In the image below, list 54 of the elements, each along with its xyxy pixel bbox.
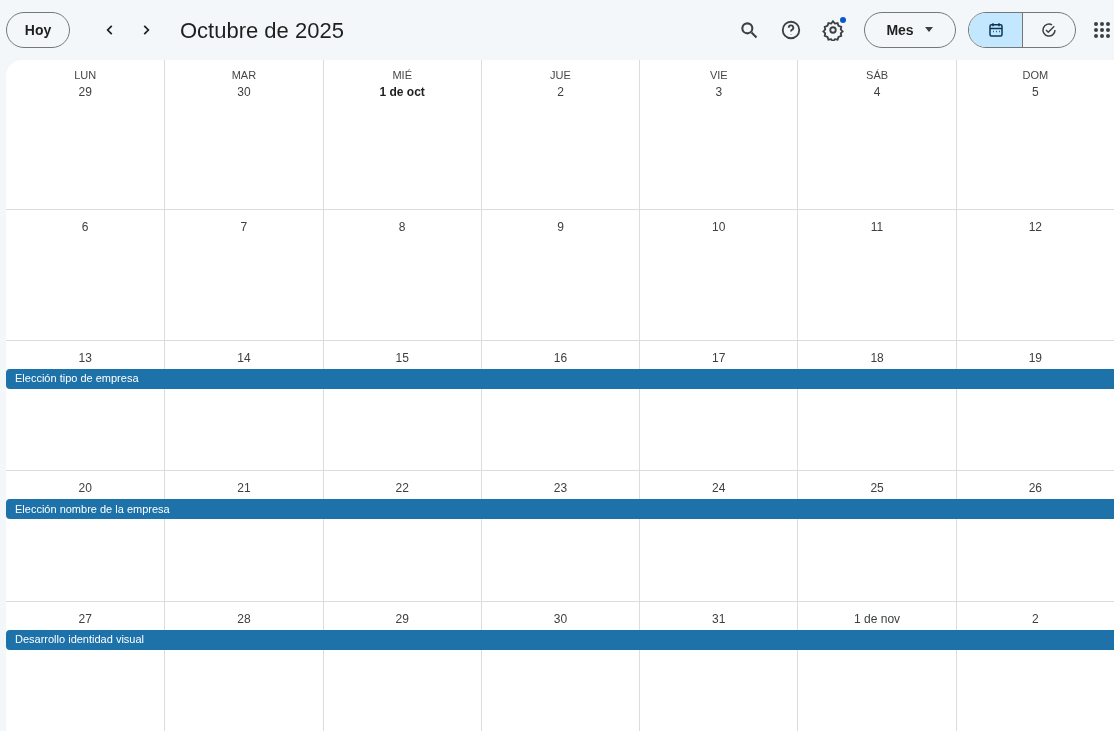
date-label: 24 — [712, 480, 726, 497]
date-label: 7 — [240, 219, 248, 236]
date-label: 11 — [870, 219, 884, 236]
date-label: 8 — [398, 219, 406, 236]
date-label: 2 — [1032, 610, 1039, 628]
date-label: 28 — [237, 610, 251, 628]
date-label: 16 — [553, 349, 568, 367]
date-label: 30 — [553, 610, 568, 628]
date-label: 23 — [553, 480, 568, 497]
date-label: 29 — [395, 610, 409, 628]
date-label: 15 — [395, 349, 409, 367]
settings-icon — [822, 19, 844, 41]
event-bar[interactable]: Elección tipo de empresa — [6, 368, 1114, 389]
date-label: 3 — [715, 84, 723, 101]
weekday-label: JUE — [550, 68, 571, 82]
search-icon — [739, 20, 759, 40]
date-label: 31 — [712, 610, 726, 628]
date-label: 26 — [1028, 480, 1043, 497]
date-label: 6 — [81, 219, 89, 236]
date-label: 14 — [237, 349, 251, 367]
weekday-label: MIÉ — [392, 68, 412, 82]
date-label: 12 — [1028, 219, 1043, 236]
date-label: 9 — [557, 219, 564, 236]
weekday-label: VIE — [709, 68, 728, 82]
event-bar[interactable]: Elección nombre de la empresa — [6, 499, 1114, 519]
date-label: 20 — [78, 480, 92, 497]
date-label: 18 — [870, 349, 884, 367]
weekday-label: MAR — [231, 68, 257, 82]
date-label: 19 — [1028, 349, 1043, 367]
apps-grid-icon — [1093, 21, 1111, 39]
date-label: 2 — [557, 84, 564, 101]
date-label: 1 de nov — [854, 610, 901, 628]
event-bar[interactable]: Desarrollo identidad visual — [6, 629, 1114, 650]
date-label: 21 — [237, 480, 251, 497]
date-label: 22 — [395, 480, 409, 497]
date-label: 29 — [78, 84, 92, 101]
month-title: Octubre de 2025 — [180, 16, 344, 45]
date-label: 1 de oct — [379, 84, 425, 101]
check-circle-icon — [1040, 21, 1058, 39]
view-toggle[interactable] — [969, 13, 1022, 47]
date-label: 17 — [712, 349, 726, 367]
weekday-label: DOM — [1022, 68, 1049, 82]
date-label: 30 — [237, 84, 251, 101]
date-label: 5 — [1032, 84, 1039, 101]
date-label: 25 — [870, 480, 884, 497]
date-label: 4 — [873, 84, 881, 101]
date-label: 13 — [78, 349, 92, 367]
date-label: 10 — [712, 219, 726, 236]
weekday-label: SÁB — [866, 68, 889, 82]
calendar-icon — [986, 21, 1005, 39]
help-icon — [780, 19, 802, 41]
date-label: 27 — [78, 610, 92, 628]
caret-icon — [923, 27, 934, 33]
weekday-label: LUN — [74, 68, 97, 82]
